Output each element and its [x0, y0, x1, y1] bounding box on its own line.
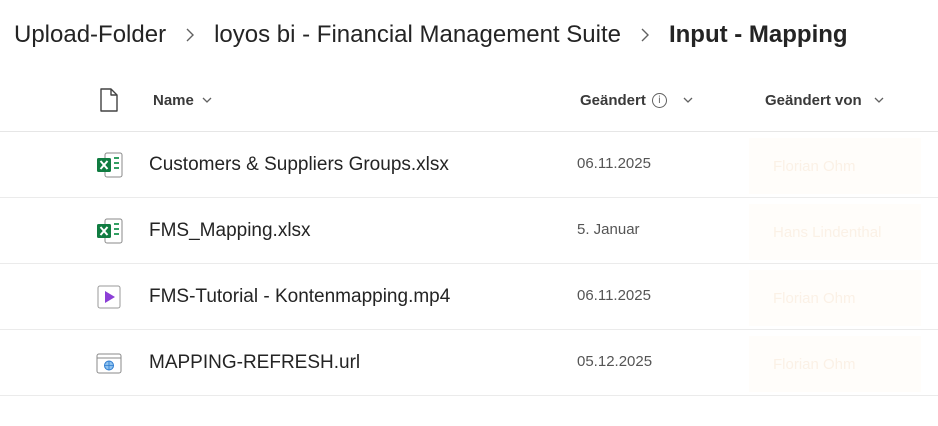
file-name[interactable]: Customers & Suppliers Groups.xlsx	[149, 132, 449, 198]
file-name[interactable]: FMS-Tutorial - Kontenmapping.mp4	[149, 264, 450, 330]
file-row[interactable]: MAPPING-REFRESH.url 05.12.2025 Florian O…	[0, 330, 938, 396]
file-type-icon[interactable]	[97, 86, 121, 114]
file-list-page: Upload-Folder loyos bi - Financial Manag…	[0, 0, 938, 426]
chevron-down-icon	[874, 97, 884, 103]
column-header-name[interactable]: Name	[153, 80, 212, 120]
column-header-modified-by-label: Geändert von	[765, 91, 862, 109]
file-modified-date: 5. Januar	[577, 220, 640, 238]
file-row[interactable]: Customers & Suppliers Groups.xlsx 06.11.…	[0, 132, 938, 198]
link-file-icon	[96, 350, 124, 376]
column-header-name-label: Name	[153, 91, 194, 109]
video-icon	[96, 284, 124, 310]
column-header-modified-by[interactable]: Geändert von	[765, 80, 884, 120]
breadcrumb: Upload-Folder loyos bi - Financial Manag…	[14, 18, 848, 52]
breadcrumb-financial-management-suite[interactable]: loyos bi - Financial Management Suite	[214, 21, 621, 49]
column-header-modified[interactable]: Geändert i	[580, 80, 693, 120]
file-modified-date: 05.12.2025	[577, 352, 653, 370]
file-modified-by: Hans Lindenthal	[749, 204, 921, 260]
chevron-right-icon	[166, 18, 214, 52]
breadcrumb-current-folder: Input - Mapping	[668, 21, 848, 48]
file-row[interactable]: FMS-Tutorial - Kontenmapping.mp4 06.11.2…	[0, 264, 938, 330]
chevron-right-icon	[621, 18, 669, 52]
file-name[interactable]: FMS_Mapping.xlsx	[149, 198, 311, 264]
breadcrumb-upload-folder[interactable]: Upload-Folder	[14, 21, 166, 49]
column-header-row: Name Geändert i Geändert von	[0, 80, 938, 132]
file-row[interactable]: FMS_Mapping.xlsx 5. Januar Hans Lindenth…	[0, 198, 938, 264]
file-modified-by: Florian Ohm	[749, 336, 921, 392]
column-header-modified-label: Geändert	[580, 91, 646, 109]
file-name[interactable]: MAPPING-REFRESH.url	[149, 330, 360, 396]
file-modified-by: Florian Ohm	[749, 270, 921, 326]
file-modified-by: Florian Ohm	[749, 138, 921, 194]
chevron-down-icon	[202, 97, 212, 103]
info-icon[interactable]: i	[651, 92, 667, 108]
file-modified-date: 06.11.2025	[577, 286, 651, 304]
file-modified-date: 06.11.2025	[577, 154, 651, 172]
chevron-down-icon	[683, 97, 693, 103]
excel-icon	[96, 218, 124, 244]
excel-icon	[96, 152, 124, 178]
